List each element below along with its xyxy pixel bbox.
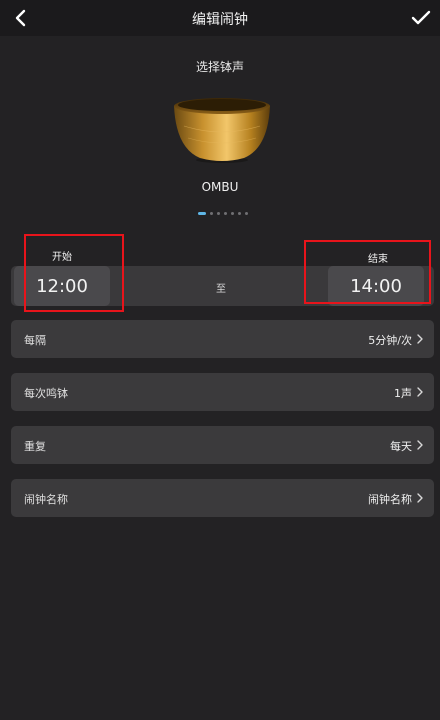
page-title: 编辑闹钟 xyxy=(192,12,248,28)
interval-value: 5分钟/次 xyxy=(368,334,412,347)
strike-count-setting-row[interactable]: 每次鸣钵 1声 xyxy=(11,373,434,411)
page-indicator[interactable] xyxy=(198,210,248,216)
interval-setting-row[interactable]: 每隔 5分钟/次 xyxy=(11,320,434,358)
page-dot xyxy=(231,211,234,215)
time-separator: 至 xyxy=(216,284,226,295)
interval-label: 每隔 xyxy=(24,334,46,347)
singing-bowl-image[interactable] xyxy=(170,96,274,164)
page-dot xyxy=(224,211,227,215)
chevron-right-icon xyxy=(417,493,423,503)
page-dot-active xyxy=(198,211,206,215)
chevron-right-icon xyxy=(417,387,423,397)
repeat-label: 重复 xyxy=(24,440,46,453)
chevron-right-icon xyxy=(417,440,423,450)
checkmark-icon xyxy=(411,10,431,25)
page-dot xyxy=(210,211,213,215)
page-dot xyxy=(217,211,220,215)
confirm-button[interactable] xyxy=(408,6,434,30)
sound-picker-title: 选择钵声 xyxy=(195,60,244,74)
strike-count-label: 每次鸣钵 xyxy=(24,387,68,400)
page-dot xyxy=(238,211,241,215)
page-dot xyxy=(245,211,248,215)
start-time-highlight-box xyxy=(24,234,124,312)
alarm-name-label: 闹钟名称 xyxy=(24,493,68,506)
repeat-setting-row[interactable]: 重复 每天 xyxy=(11,426,434,464)
sound-name: OMBU xyxy=(201,180,239,194)
top-bar: 编辑闹钟 xyxy=(0,0,440,36)
chevron-right-icon xyxy=(417,334,423,344)
alarm-name-setting-row[interactable]: 闹钟名称 闹钟名称 xyxy=(11,479,434,517)
end-time-highlight-box xyxy=(304,240,431,304)
alarm-name-value: 闹钟名称 xyxy=(368,493,412,506)
strike-count-value: 1声 xyxy=(394,387,412,400)
repeat-value: 每天 xyxy=(390,440,412,453)
